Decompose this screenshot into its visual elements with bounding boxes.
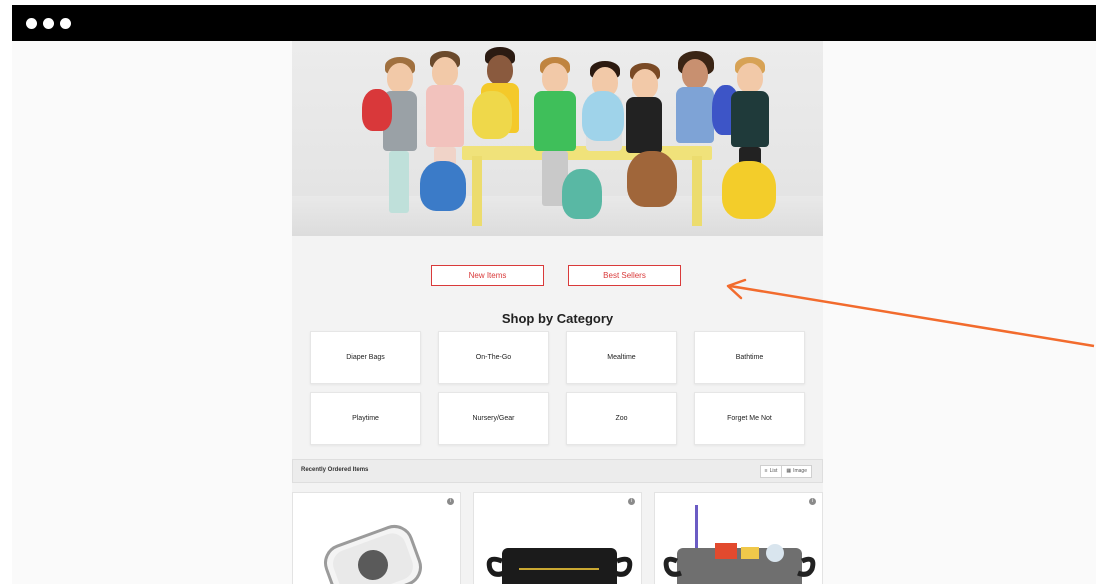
info-icon[interactable]: i xyxy=(809,498,816,505)
giraffe-backpack xyxy=(472,91,512,139)
image-view-label: Image xyxy=(793,468,807,474)
category-tile[interactable]: Mealtime xyxy=(566,331,677,384)
product-image xyxy=(663,505,816,584)
product-image xyxy=(486,548,633,584)
shop-by-category-heading: Shop by Category xyxy=(501,311,614,326)
product-card[interactable]: i xyxy=(654,492,823,584)
category-tile[interactable]: Bathtime xyxy=(694,331,805,384)
owl-backpack xyxy=(420,161,466,211)
new-items-button[interactable]: New Items xyxy=(431,265,544,286)
bee-backpack xyxy=(722,161,776,219)
monkey-backpack xyxy=(627,151,677,207)
image-view-button[interactable]: ▦ Image xyxy=(781,466,811,477)
promo-buttons: New Items Best Sellers xyxy=(292,265,823,287)
window-dot-icon[interactable] xyxy=(43,18,54,29)
list-view-button[interactable]: ≡ List xyxy=(761,466,782,477)
browser-titlebar xyxy=(12,5,1096,41)
bench-leg xyxy=(692,156,702,226)
page-viewport: New Items Best Sellers Shop by Category … xyxy=(12,41,1096,584)
recently-ordered-header: Recently Ordered Items ≡ List ▦ Image xyxy=(292,459,823,483)
store-content: New Items Best Sellers Shop by Category … xyxy=(292,41,823,584)
list-icon: ≡ xyxy=(764,468,768,474)
info-icon[interactable]: i xyxy=(628,498,635,505)
list-view-label: List xyxy=(769,468,778,474)
bench-leg xyxy=(472,156,482,226)
product-image xyxy=(324,524,422,584)
category-tile[interactable]: Forget Me Not xyxy=(694,392,805,445)
category-tile[interactable]: Zoo xyxy=(566,392,677,445)
product-card[interactable]: i xyxy=(473,492,642,584)
view-toggle: ≡ List ▦ Image xyxy=(759,465,812,478)
window-dot-icon[interactable] xyxy=(60,18,71,29)
window-dot-icon[interactable] xyxy=(26,18,37,29)
category-tile[interactable]: Nursery/Gear xyxy=(438,392,549,445)
recently-ordered-title: Recently Ordered Items xyxy=(301,467,369,473)
dino-backpack xyxy=(562,169,602,219)
category-tile[interactable]: On-The-Go xyxy=(438,331,549,384)
red-backpack xyxy=(362,89,392,131)
hero-banner[interactable] xyxy=(292,41,823,236)
grid-icon: ▦ xyxy=(786,468,792,474)
window-controls xyxy=(26,18,71,29)
best-sellers-button[interactable]: Best Sellers xyxy=(568,265,681,286)
info-icon[interactable]: i xyxy=(447,498,454,505)
product-card[interactable]: i xyxy=(292,492,461,584)
category-tile[interactable]: Diaper Bags xyxy=(310,331,421,384)
category-tile[interactable]: Playtime xyxy=(310,392,421,445)
unicorn-backpack xyxy=(582,91,624,141)
